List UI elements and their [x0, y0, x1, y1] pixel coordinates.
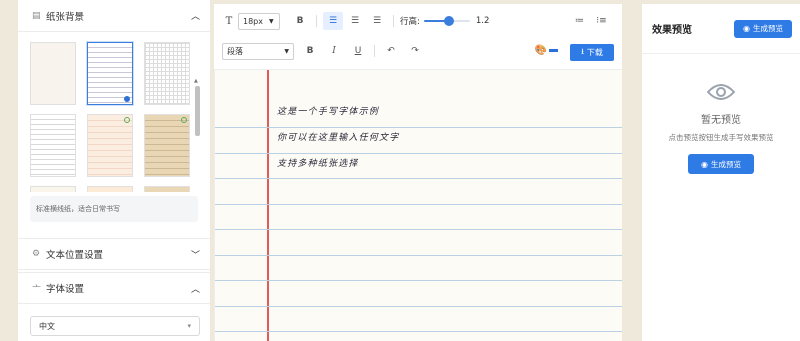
chevron-up-icon: ︿ — [190, 284, 200, 295]
empty-preview-title: 暂无预览 — [701, 115, 741, 126]
handwritten-line-2: 你可以在这里输入任何文字 — [277, 133, 400, 143]
font-size-select[interactable]: 18px ▼ — [238, 12, 280, 30]
paper-rule-line — [215, 331, 622, 332]
divider — [393, 15, 394, 27]
bullet-list-button[interactable]: ≔ — [569, 12, 589, 30]
line-height-value: 1.2 — [475, 16, 490, 26]
underline-button[interactable]: U — [348, 42, 368, 60]
language-select-value: 中文 — [39, 321, 55, 331]
paper-rule-line — [215, 280, 622, 281]
preview-panel: 效果预览 ◉ 生成预览 暂无预览 点击预览按钮生成手写效果预览 ◉ 生成预览 — [642, 4, 800, 341]
paper-thumb-grid[interactable] — [144, 42, 190, 105]
chevron-down-icon: ▼ — [284, 47, 289, 55]
paper-rule-line — [215, 229, 622, 230]
download-button[interactable]: ⭳ 下载 — [570, 44, 614, 61]
text-position-header[interactable]: ⚙ 文本位置设置 ﹀ — [18, 238, 210, 270]
palette-icon: 🎨 — [534, 45, 547, 56]
font-icon: 亠 — [32, 284, 42, 295]
paper-thumb-lined-selected[interactable] — [87, 42, 133, 105]
badge-icon — [181, 117, 187, 123]
paper-background-title: 纸张背景 — [46, 11, 85, 23]
paper-margin-line — [267, 70, 269, 341]
redo-button[interactable]: ↷ — [405, 42, 425, 60]
italic-button[interactable]: I — [324, 42, 344, 60]
paragraph-style-select[interactable]: 段落 ▼ — [222, 42, 294, 60]
language-select[interactable]: 中文 ▾ — [30, 316, 200, 336]
paper-thumb-9[interactable] — [144, 186, 190, 192]
chevron-down-icon: ﹀ — [190, 250, 200, 261]
font-settings-header[interactable]: 亠 字体设置 ︿ — [18, 272, 210, 304]
generate-preview-button[interactable]: ◉ 生成预览 — [734, 19, 792, 38]
paper-thumb-8[interactable] — [87, 186, 133, 192]
preview-title: 效果预览 — [652, 25, 692, 36]
empty-preview-hint: 点击预览按钮生成手写效果预览 — [668, 133, 774, 142]
align-left-button[interactable]: ☰ — [323, 12, 343, 30]
selected-check-icon — [124, 96, 130, 102]
paper-thumbnail-list: ▲ ▼ — [18, 32, 210, 192]
paper-background-header[interactable]: ▤ 纸张背景 ︿ — [18, 0, 210, 32]
handwriting-paper[interactable]: 这是一个手写字体示例 你可以在这里输入任何文字 支持多种纸张选择 — [214, 70, 622, 341]
align-center-button[interactable]: ☰ — [345, 12, 365, 30]
badge-icon — [124, 117, 130, 123]
current-color-swatch — [549, 49, 558, 52]
paper-thumb-lined-gray[interactable] — [30, 114, 76, 177]
paper-thumb-vintage[interactable] — [144, 114, 190, 177]
download-label: 下载 — [586, 48, 603, 57]
preview-header: 效果预览 ◉ 生成预览 — [642, 4, 800, 54]
text-position-title: 文本位置设置 — [46, 250, 104, 261]
font-size-value: 18px — [243, 16, 263, 26]
editor-toolbar: T 18px ▼ B ☰ ☰ ☰ 行高: 1.2 ≔ ⁝≡ 段落 ▼ B I U… — [214, 4, 622, 70]
undo-button[interactable]: ↶ — [381, 42, 401, 60]
scrollbar-thumb[interactable] — [195, 86, 200, 136]
color-picker[interactable]: 🎨 — [535, 45, 558, 56]
paragraph-style-value: 段落 — [227, 46, 243, 56]
paper-rule-line — [215, 203, 622, 205]
bold-button[interactable]: B — [290, 12, 310, 30]
line-height-label: 行高: — [400, 17, 420, 27]
paper-thumb-7[interactable] — [30, 186, 76, 192]
slider-knob[interactable] — [443, 16, 454, 26]
document-icon: ▤ — [32, 10, 41, 21]
download-icon: ⭳ — [581, 46, 584, 56]
handwritten-line-1: 这是一个手写字体示例 — [277, 107, 380, 117]
thumbnail-scrollbar[interactable]: ▲ ▼ — [194, 78, 200, 192]
generate-preview-label-2: 生成预览 — [710, 159, 741, 169]
font-settings-title: 字体设置 — [46, 284, 85, 295]
gear-icon: ⚙ — [32, 249, 41, 259]
settings-panel: ▤ 纸张背景 ︿ ▲ ▼ 标准横线纸，适合日常书写 — [18, 0, 210, 341]
editor-area: T 18px ▼ B ☰ ☰ ☰ 行高: 1.2 ≔ ⁝≡ 段落 ▼ B I U… — [214, 4, 622, 341]
divider — [316, 15, 317, 27]
eye-icon — [706, 84, 736, 100]
divider — [374, 45, 375, 57]
bold-button-2[interactable]: B — [300, 42, 320, 60]
chevron-down-icon: ▾ — [187, 322, 191, 330]
line-height-slider[interactable] — [423, 15, 470, 27]
chevron-down-icon: ▼ — [269, 17, 274, 25]
generate-preview-button-2[interactable]: ◉ 生成预览 — [688, 154, 754, 174]
eye-icon: ◉ — [701, 159, 708, 169]
numbered-list-button[interactable]: ⁝≡ — [591, 12, 611, 30]
chevron-up-icon: ︿ — [190, 12, 200, 22]
paper-rule-line — [215, 305, 622, 307]
empty-preview: 暂无预览 点击预览按钮生成手写效果预览 ◉ 生成预览 — [642, 54, 800, 174]
paper-description: 标准横线纸，适合日常书写 — [30, 196, 198, 222]
scroll-up-icon[interactable]: ▲ — [194, 78, 198, 84]
align-right-button[interactable]: ☰ — [367, 12, 387, 30]
paper-thumb-plain[interactable] — [30, 42, 76, 105]
eye-icon: ◉ — [743, 24, 750, 33]
paper-rule-line — [215, 152, 622, 154]
text-size-icon: T — [225, 15, 233, 27]
paper-rule-line — [215, 254, 622, 256]
paper-rule-line — [215, 178, 622, 179]
generate-preview-label: 生成预览 — [752, 24, 783, 33]
handwritten-line-3: 支持多种纸张选择 — [277, 159, 359, 169]
paper-thumb-cream[interactable] — [87, 114, 133, 177]
paper-rule-line — [215, 127, 622, 128]
